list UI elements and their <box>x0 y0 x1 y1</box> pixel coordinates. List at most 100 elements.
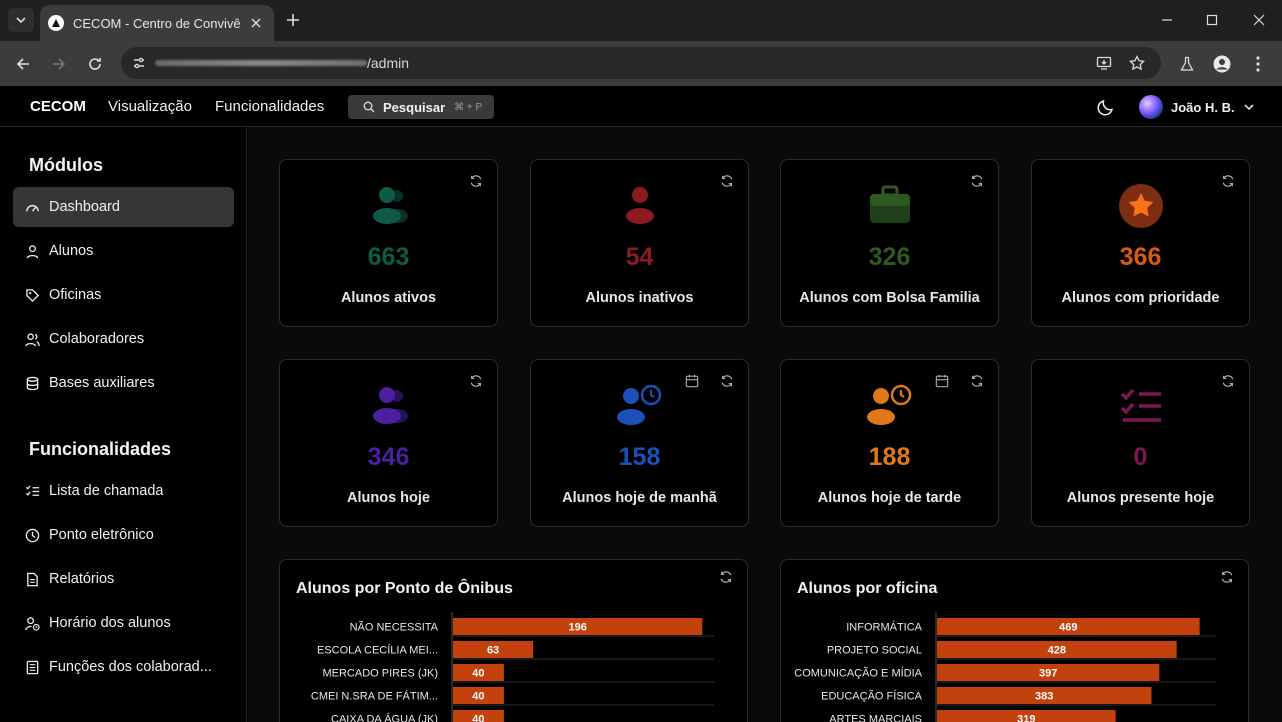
stat-value: 0 <box>1133 443 1148 471</box>
nav-funcionalidades[interactable]: Funcionalidades <box>215 98 324 115</box>
refresh-icon[interactable] <box>468 373 484 389</box>
sidebar-item-colaboradores[interactable]: Colaboradores <box>13 319 234 359</box>
sidebar-item-oficinas[interactable]: Oficinas <box>13 275 234 315</box>
stat-value: 366 <box>1119 243 1162 271</box>
clock-icon <box>24 527 40 543</box>
refresh-icon[interactable] <box>719 173 735 189</box>
reload-button[interactable] <box>83 52 107 76</box>
sidebar-item-horario-dos-alunos[interactable]: Horário dos alunos <box>13 603 234 643</box>
site-info-icon[interactable] <box>129 53 149 73</box>
sidebar-item-dashboard[interactable]: Dashboard <box>13 187 234 227</box>
stat-label: Alunos hoje <box>347 490 430 506</box>
sidebar-item-ponto-eletronico[interactable]: Ponto eletrônico <box>13 515 234 555</box>
stat-card-alunos-inativos: 54 Alunos inativos <box>530 159 749 327</box>
users-icon <box>365 182 413 230</box>
chart-title: Alunos por oficina <box>797 580 938 597</box>
address-bar[interactable]: /admin <box>121 47 1161 79</box>
bookmark-star-icon[interactable] <box>1127 53 1147 73</box>
profile-icon[interactable] <box>1210 52 1234 76</box>
file-icon <box>24 571 40 587</box>
close-icon[interactable] <box>248 15 264 31</box>
category-label: EDUCAÇÃO FÍSICA <box>821 690 923 703</box>
stat-value: 54 <box>625 243 654 271</box>
stat-card-prioridade: 366 Alunos com prioridade <box>1031 159 1250 327</box>
stat-card-bolsa-familia: 326 Alunos com Bolsa Familia <box>780 159 999 327</box>
tab-title: CECOM - Centro de Convivência <box>73 15 241 31</box>
category-label: CAIXA DA ÁGUA (JK) <box>331 713 438 722</box>
category-label: NÃO NECESSITA <box>350 621 439 634</box>
tab-search-button[interactable] <box>8 8 34 32</box>
search-label: Pesquisar <box>383 99 446 115</box>
chart-panel-oficina: Alunos por oficina 469 INFORMÁTICA 428 PROJ… <box>780 559 1249 722</box>
install-app-icon[interactable] <box>1094 53 1114 73</box>
category-label: ARTES MARCIAIS <box>829 714 922 722</box>
sidebar-item-label: Lista de chamada <box>49 483 164 499</box>
refresh-icon[interactable] <box>969 373 985 389</box>
minimize-button[interactable] <box>1157 10 1177 30</box>
refresh-icon[interactable] <box>1220 173 1236 189</box>
refresh-icon[interactable] <box>1220 373 1236 389</box>
stat-label: Alunos hoje de tarde <box>817 490 962 506</box>
stat-card-alunos-tarde: 188 Alunos hoje de tarde <box>780 359 999 527</box>
nav-visualizacao[interactable]: Visualização <box>108 98 192 115</box>
brand-logo[interactable]: CECOM <box>30 98 86 115</box>
browser-toolbar: /admin <box>0 41 1282 86</box>
theme-toggle-button[interactable] <box>1094 95 1118 119</box>
bar-value-label: 40 <box>472 714 484 722</box>
tag-icon <box>24 287 40 303</box>
user-menu-button[interactable]: João H. B. <box>1139 94 1255 120</box>
maximize-button[interactable] <box>1202 10 1222 30</box>
category-label: CMEI N.SRA DE FÁTIM... <box>311 690 438 703</box>
sidebar-item-label: Funções dos colaborad... <box>49 659 212 675</box>
sidebar-item-label: Bases auxiliares <box>49 375 155 391</box>
bar-value-label: 428 <box>1048 645 1066 657</box>
briefcase-icon <box>866 182 914 230</box>
refresh-icon[interactable] <box>719 373 735 389</box>
labs-flask-icon[interactable] <box>1175 52 1199 76</box>
stat-label: Alunos inativos <box>585 290 694 306</box>
bar-value-label: 63 <box>487 645 499 657</box>
stat-label: Alunos hoje de manhã <box>562 490 717 506</box>
sidebar-item-label: Oficinas <box>49 287 102 303</box>
dashboard-main: 663 Alunos ativos 54 Alunos inativos 326… <box>248 127 1282 722</box>
bar-chart: 196 NÃO NECESSITA 63 ESCOLA CECÍLIA MEI... 4… <box>311 612 714 722</box>
favicon-icon <box>48 15 64 31</box>
sidebar-item-funcoes-dos-colaboradores[interactable]: Funções dos colaborad... <box>13 647 234 687</box>
refresh-icon[interactable] <box>969 173 985 189</box>
back-button[interactable] <box>11 52 35 76</box>
stat-value: 188 <box>868 443 911 471</box>
calendar-icon[interactable] <box>684 373 700 389</box>
new-tab-button[interactable] <box>283 10 303 30</box>
sidebar-item-label: Alunos <box>49 243 94 259</box>
refresh-icon[interactable] <box>1219 569 1235 585</box>
sidebar: Módulos Dashboard Alunos Oficinas Colabo… <box>0 127 247 722</box>
user-icon <box>24 243 40 259</box>
sidebar-item-relatorios[interactable]: Relatórios <box>13 559 234 599</box>
sidebar-item-bases-auxiliares[interactable]: Bases auxiliares <box>13 363 234 403</box>
forward-button[interactable] <box>47 52 71 76</box>
search-button[interactable]: Pesquisar ⌘ + P <box>348 95 494 119</box>
stat-label: Alunos com Bolsa Familia <box>799 290 980 306</box>
arrow-right-icon <box>53 58 66 70</box>
sidebar-heading-funcionalidades: Funcionalidades <box>29 439 172 459</box>
refresh-icon[interactable] <box>468 173 484 189</box>
stat-card-alunos-hoje: 346 Alunos hoje <box>279 359 498 527</box>
close-window-button[interactable] <box>1249 10 1269 30</box>
sidebar-item-alunos[interactable]: Alunos <box>13 231 234 271</box>
users-icon <box>24 331 40 347</box>
minimize-icon <box>1162 19 1172 21</box>
bar-value-label: 397 <box>1039 668 1057 680</box>
calendar-icon[interactable] <box>934 373 950 389</box>
close-icon <box>1253 14 1265 26</box>
user-name: João H. B. <box>1171 99 1235 115</box>
stat-label: Alunos presente hoje <box>1066 490 1215 506</box>
arrow-left-icon <box>16 58 29 70</box>
user-icon <box>616 182 664 230</box>
stat-card-alunos-manha: 158 Alunos hoje de manhã <box>530 359 749 527</box>
sidebar-item-lista-de-chamada[interactable]: Lista de chamada <box>13 471 234 511</box>
browser-tab[interactable]: CECOM - Centro de Convivência <box>40 5 274 41</box>
sidebar-item-label: Horário dos alunos <box>49 615 171 631</box>
user-clock-icon <box>616 382 664 430</box>
refresh-icon[interactable] <box>718 569 734 585</box>
kebab-menu-icon[interactable] <box>1246 52 1270 76</box>
